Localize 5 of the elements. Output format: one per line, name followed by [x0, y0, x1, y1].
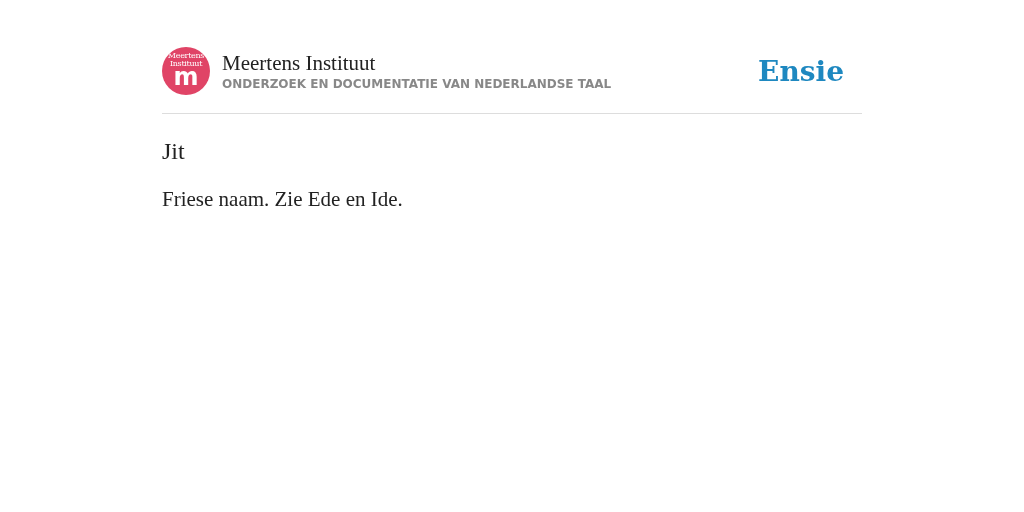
entry-term: Jit — [162, 138, 186, 165]
brand-link[interactable]: Ensie — [758, 54, 844, 88]
entry-definition: Friese naam. Zie Ede en Ide. — [162, 187, 404, 212]
institute-name: Meertens Instituut — [222, 51, 377, 75]
institute-tagline: ONDERZOEK EN DOCUMENTATIE VAN NEDERLANDSE TAAL — [222, 77, 613, 91]
